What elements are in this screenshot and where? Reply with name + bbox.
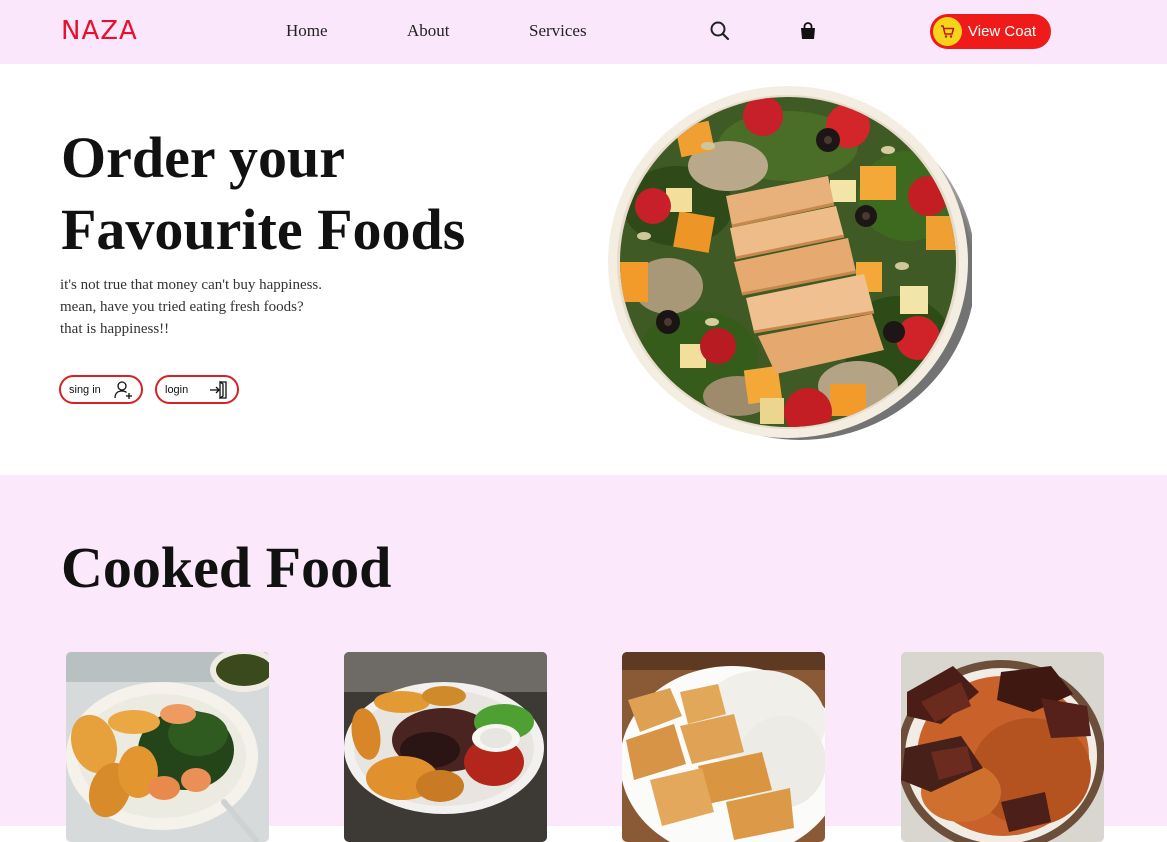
view-cart-label: View Coat	[968, 23, 1037, 40]
add-user-icon	[112, 379, 134, 401]
salad-bowl-image	[608, 86, 976, 442]
shopping-bag-icon[interactable]	[797, 20, 819, 42]
nav-link-about[interactable]: About	[407, 20, 450, 42]
food-card-image[interactable]	[344, 652, 547, 842]
nav-link-home[interactable]: Home	[286, 20, 328, 42]
site-header: NAZA Home About Services View Coat	[0, 0, 1167, 64]
sign-in-label: sing in	[69, 384, 101, 396]
login-label: login	[165, 384, 189, 396]
search-icon[interactable]	[709, 20, 731, 42]
section-title: Cooked Food	[61, 535, 392, 600]
view-cart-button[interactable]: View Coat	[930, 14, 1051, 49]
hero-description-line: that is happiness!!	[60, 321, 170, 337]
sign-in-button[interactable]: sing in	[59, 375, 143, 404]
site-logo[interactable]: NAZA	[61, 14, 138, 48]
login-icon	[208, 379, 230, 401]
hero-title-line-2: Favourite Foods	[61, 197, 466, 262]
hero-description-line: it's not true that money can't buy happi…	[60, 277, 323, 293]
cart-icon	[933, 17, 962, 46]
hero-title-line-1: Order your	[61, 125, 346, 190]
login-button[interactable]: login	[155, 375, 239, 404]
cooked-food-section: Cooked Food	[0, 475, 1167, 842]
hero-title: Order your Favourite Foods	[61, 122, 541, 266]
hero-description-line: mean, have you tried eating fresh foods?	[60, 299, 304, 315]
hero-description: it's not true that money can't buy happi…	[60, 274, 322, 340]
hero-section: Order your Favourite Foods it's not true…	[0, 64, 1167, 475]
food-card-image[interactable]	[66, 652, 269, 842]
nav-link-services[interactable]: Services	[529, 20, 587, 42]
food-card-image[interactable]	[901, 652, 1104, 842]
food-card-image[interactable]	[622, 652, 825, 842]
